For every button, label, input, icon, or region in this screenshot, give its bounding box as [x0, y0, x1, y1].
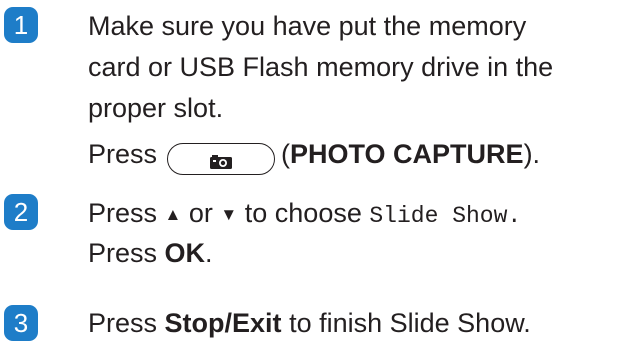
camera-icon	[210, 155, 233, 169]
step-2-press-word: Press	[88, 198, 158, 228]
ok-button-label: OK	[164, 238, 206, 268]
step-1-line-1: Make sure you have put the memory	[88, 11, 527, 41]
step-3-line-1: Press Stop/Exit to finish Slide Show.	[88, 307, 531, 340]
step-2-press-ok-prefix: Press	[88, 238, 158, 268]
photo-capture-button[interactable]	[167, 143, 276, 175]
step-2-badge: 2	[4, 194, 38, 230]
step-1-press-line: Press (PHOTO CAPTURE).	[88, 138, 540, 175]
down-arrow-icon: ▼	[220, 205, 238, 224]
step-2-ok-suffix: .	[205, 238, 213, 268]
stop-exit-button-label: Stop/Exit	[164, 308, 282, 338]
step-3-finish-text: to finish Slide Show.	[289, 308, 531, 338]
step-2-line-1: Press ▲ or ▼ to choose Slide Show.	[88, 197, 521, 233]
step-2-or-word: or	[188, 198, 213, 228]
step-1-badge: 1	[4, 7, 38, 43]
photo-capture-close-paren: ).	[523, 139, 541, 169]
up-arrow-icon: ▲	[164, 205, 182, 224]
step-3-badge: 3	[4, 305, 38, 341]
photo-capture-label: PHOTO CAPTURE	[290, 139, 524, 169]
step-1-line-2: card or USB Flash memory drive in the	[88, 52, 554, 82]
step-2-line-2: Press OK.	[88, 237, 213, 270]
photo-capture-open-paren: (	[281, 139, 291, 169]
step-2-to-choose: to choose	[244, 198, 362, 228]
step-3-press-word: Press	[88, 308, 158, 338]
step-1-press-word: Press	[88, 139, 158, 169]
step-1-line-3: proper slot.	[88, 93, 224, 123]
slide-show-menu-value: Slide Show.	[369, 203, 522, 229]
